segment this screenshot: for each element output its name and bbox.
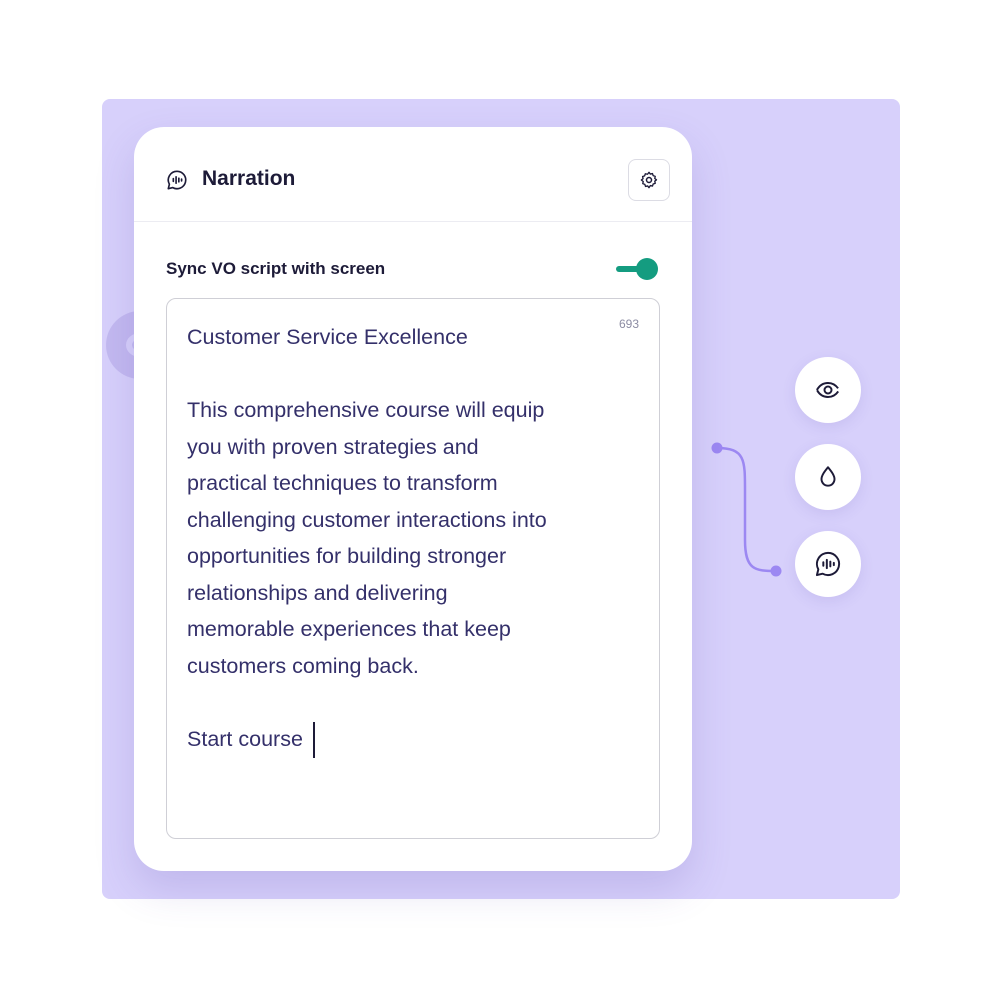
settings-button[interactable] [628, 159, 670, 201]
panel-title: Narration [202, 167, 296, 190]
script-line: opportunities for building stronger [187, 544, 507, 568]
narration-button[interactable] [795, 531, 861, 597]
script-cta-line: Start course [187, 721, 607, 758]
gear-icon [640, 171, 658, 189]
script-line: relationships and delivering [187, 580, 448, 605]
narration-voice-icon [815, 551, 841, 577]
drop-icon [820, 466, 836, 487]
script-line: challenging customer interactions into [187, 507, 547, 532]
sync-vo-label: Sync VO script with screen [166, 259, 386, 278]
visibility-button[interactable] [795, 357, 861, 423]
script-title: Customer Service Excellence [187, 325, 468, 349]
text-caret [312, 721, 315, 758]
script-line: practical techniques to transform [187, 471, 498, 495]
eye-icon [815, 382, 841, 398]
narration-panel: Narration Sync VO script with screen 693… [134, 127, 692, 871]
script-line: This comprehensive course will equip [187, 398, 545, 422]
vo-script-editor[interactable]: 693 Customer Service Excellence This com… [166, 298, 660, 839]
sync-vo-toggle[interactable] [616, 258, 658, 280]
script-line: memorable experiences that keep [187, 617, 511, 641]
script-cta: Start course [187, 726, 303, 751]
color-button[interactable] [795, 444, 861, 510]
script-text[interactable]: Customer Service Excellence This compreh… [187, 319, 607, 758]
narration-voice-icon [167, 170, 187, 190]
character-count: 693 [618, 317, 639, 331]
connector-line [711, 442, 782, 577]
script-line: you with proven strategies and [187, 434, 479, 459]
panel-header: Narration [134, 127, 692, 222]
toggle-knob [636, 258, 658, 280]
script-line: customers coming back. [187, 653, 419, 678]
